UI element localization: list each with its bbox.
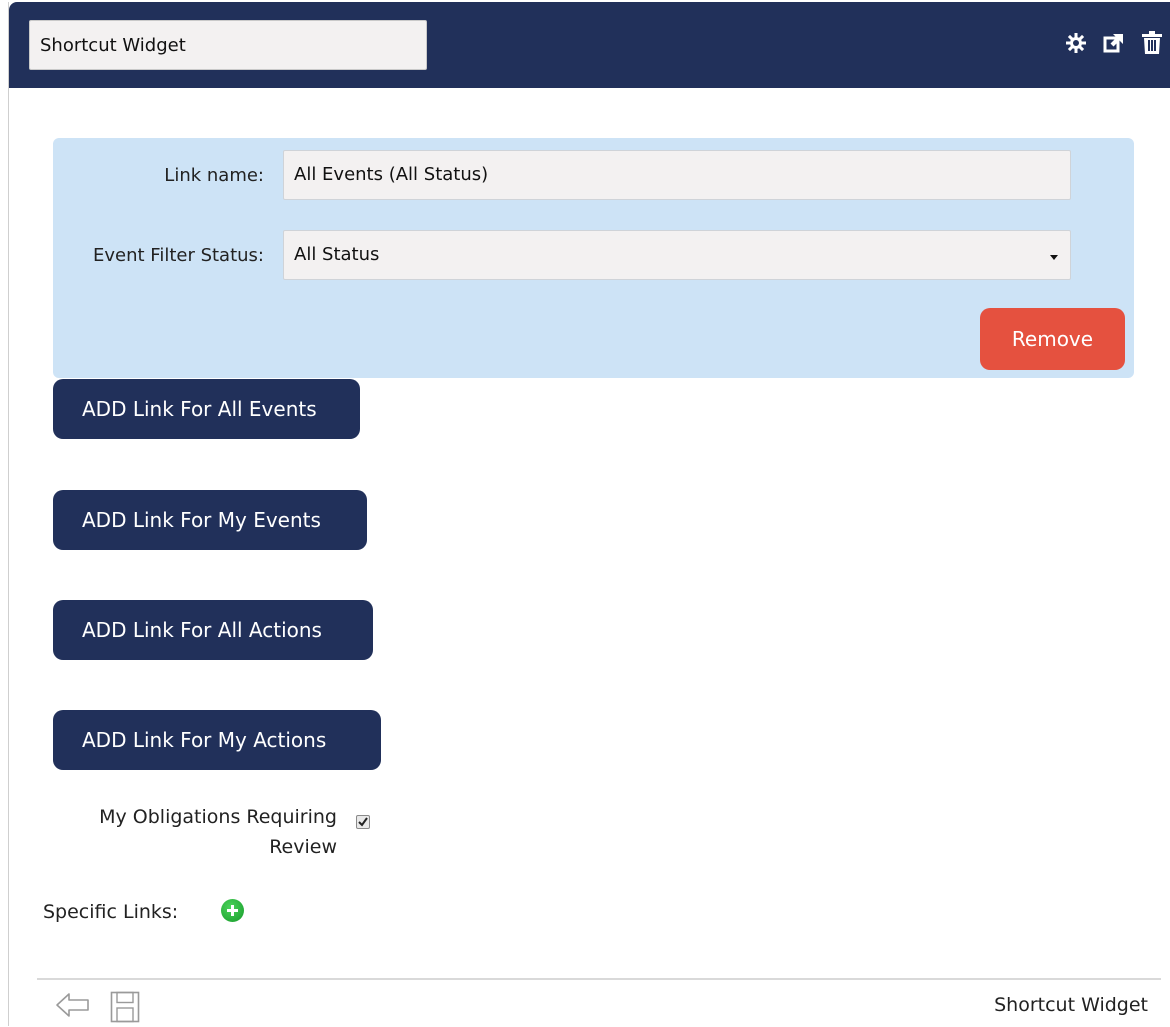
widget-header [9, 2, 1170, 88]
back-arrow-icon[interactable] [55, 992, 91, 1022]
add-specific-link-icon[interactable] [221, 899, 244, 922]
add-link-my-events-button[interactable]: ADD Link For My Events [53, 490, 367, 550]
caret-down-icon [1050, 255, 1058, 260]
header-icons [1063, 30, 1165, 56]
add-link-all-events-button[interactable]: ADD Link For All Events [53, 379, 360, 439]
add-link-all-actions-button[interactable]: ADD Link For All Actions [53, 600, 373, 660]
remove-button[interactable]: Remove [980, 308, 1125, 370]
specific-links-label: Specific Links: [43, 901, 179, 923]
obligations-label: My Obligations Requiring Review [99, 806, 337, 858]
footer-title: Shortcut Widget [994, 994, 1148, 1016]
gear-icon[interactable] [1063, 30, 1089, 56]
shortcut-widget: Link name: All Events (All Status) Event… [8, 2, 1170, 1026]
popout-icon[interactable] [1101, 30, 1127, 56]
event-filter-status-value: All Status [294, 244, 380, 265]
event-filter-status-select[interactable]: All Status [283, 230, 1071, 280]
footer-divider [37, 978, 1161, 980]
add-link-my-actions-button[interactable]: ADD Link For My Actions [53, 710, 381, 770]
link-panel: Link name: All Events (All Status) Event… [53, 138, 1134, 378]
save-icon[interactable] [110, 991, 140, 1027]
trash-icon[interactable] [1139, 30, 1165, 56]
obligations-checkbox[interactable] [356, 815, 370, 829]
widget-title-input[interactable] [29, 20, 427, 70]
link-name-input[interactable]: All Events (All Status) [283, 150, 1071, 200]
link-name-label: Link name: [164, 165, 264, 186]
event-filter-status-label: Event Filter Status: [92, 245, 264, 266]
checkmark-icon [358, 817, 368, 827]
